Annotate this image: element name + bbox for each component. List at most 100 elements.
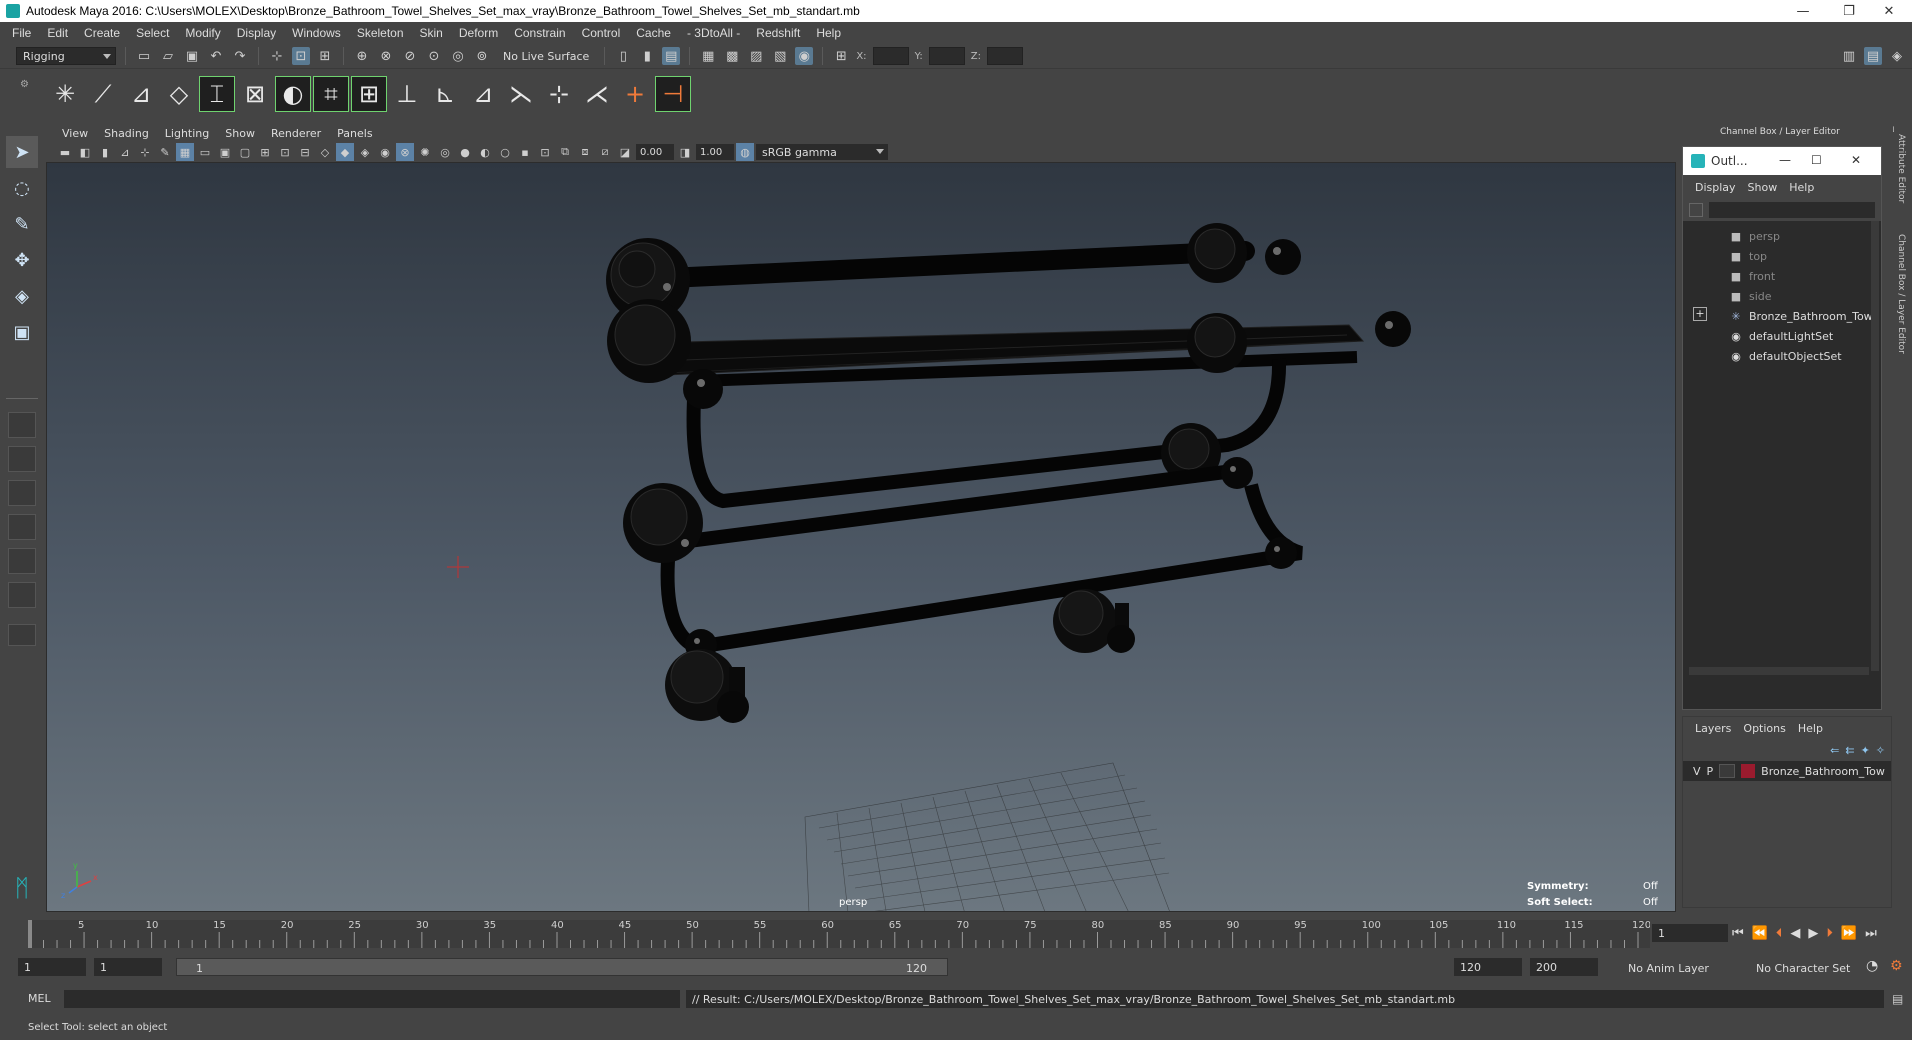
- script-language-toggle[interactable]: MEL: [28, 992, 51, 1005]
- menu-file[interactable]: File: [4, 26, 39, 40]
- render-settings-icon[interactable]: ▧: [771, 47, 789, 65]
- save-scene-icon[interactable]: ▣: [183, 47, 201, 65]
- horizontal-scrollbar[interactable]: [1689, 667, 1869, 675]
- xray-components-icon[interactable]: ⧄: [596, 143, 614, 161]
- film-gate-icon[interactable]: ▭: [196, 143, 214, 161]
- persp-outliner-layout-icon[interactable]: [8, 480, 36, 506]
- render-current-icon[interactable]: ▩: [723, 47, 741, 65]
- layer-playback-toggle[interactable]: P: [1707, 765, 1714, 778]
- output-ops-icon[interactable]: ▮: [638, 47, 656, 65]
- shadows-icon[interactable]: ✺: [416, 143, 434, 161]
- menu-create[interactable]: Create: [76, 26, 128, 40]
- list-item[interactable]: ◉ defaultObjectSet: [1729, 347, 1841, 365]
- construction-history-icon[interactable]: ▤: [662, 47, 681, 65]
- layer-row[interactable]: V P Bronze_Bathroom_Tow: [1683, 761, 1891, 781]
- anim-end-field[interactable]: 200: [1530, 958, 1598, 976]
- pole-vector-icon[interactable]: +: [618, 77, 652, 111]
- mirror-joint-icon[interactable]: ◇: [162, 77, 196, 111]
- snap-surface-icon[interactable]: ⊙: [425, 47, 443, 65]
- motion-blur-icon[interactable]: ◐: [476, 143, 494, 161]
- layer-menu-help[interactable]: Help: [1792, 722, 1829, 735]
- select-object-icon[interactable]: ⊡: [292, 47, 310, 65]
- expand-icon[interactable]: +: [1693, 307, 1707, 321]
- ambient-occlusion-icon[interactable]: ◎: [436, 143, 454, 161]
- grid-icon[interactable]: ▦: [176, 143, 194, 161]
- menu-modify[interactable]: Modify: [177, 26, 228, 40]
- gate-mask-icon[interactable]: ▢: [236, 143, 254, 161]
- single-perspective-layout-icon[interactable]: [8, 412, 36, 438]
- xray-joints-icon[interactable]: ⧈: [576, 143, 594, 161]
- panel-menu-lighting[interactable]: Lighting: [157, 127, 217, 140]
- list-item[interactable]: ■ front: [1729, 267, 1775, 285]
- step-back-frame-icon[interactable]: ⏴: [1776, 926, 1783, 941]
- input-ops-icon[interactable]: ▯: [614, 47, 632, 65]
- close-button[interactable]: ✕: [1866, 0, 1912, 22]
- menu-skin[interactable]: Skin: [412, 26, 451, 40]
- step-back-key-icon[interactable]: ⏪: [1752, 926, 1768, 941]
- blend-shape-icon[interactable]: ⊣: [655, 76, 691, 112]
- layer-visibility-toggle[interactable]: V: [1693, 765, 1701, 778]
- redo-icon[interactable]: ↷: [231, 47, 249, 65]
- list-item[interactable]: ■ persp: [1729, 227, 1780, 245]
- script-editor-icon[interactable]: ▤: [1892, 992, 1903, 1006]
- new-layer-icon[interactable]: ✦: [1861, 744, 1870, 757]
- exposure-icon[interactable]: ◪: [616, 143, 634, 161]
- two-d-pan-icon[interactable]: ⊹: [136, 143, 154, 161]
- orient-constraint-icon[interactable]: ⋋: [504, 77, 538, 111]
- time-slider[interactable]: 1510152025303540455055606570758085909510…: [28, 914, 1650, 948]
- panel-menu-panels[interactable]: Panels: [329, 127, 380, 140]
- outliner-search-input[interactable]: [1709, 202, 1875, 218]
- minimize-button[interactable]: —: [1779, 153, 1791, 167]
- screen-space-ao-icon[interactable]: ●: [456, 143, 474, 161]
- grease-pencil-icon[interactable]: ✎: [156, 143, 174, 161]
- wireframe-icon[interactable]: ◇: [316, 143, 334, 161]
- smooth-bind-icon[interactable]: ◐: [275, 76, 311, 112]
- channel-box-toggle-icon[interactable]: ▤: [1864, 47, 1882, 65]
- filter-icon[interactable]: [1689, 203, 1703, 217]
- menu-windows[interactable]: Windows: [284, 26, 349, 40]
- select-component-icon[interactable]: ⊞: [316, 47, 334, 65]
- list-item[interactable]: ◉ defaultLightSet: [1729, 327, 1833, 345]
- wrap-icon[interactable]: ⊥: [390, 77, 424, 111]
- persp-graph-layout-icon[interactable]: [8, 514, 36, 540]
- maximize-button[interactable]: ☐: [1811, 153, 1822, 167]
- menu-skeleton[interactable]: Skeleton: [349, 26, 412, 40]
- make-live-icon[interactable]: ⊚: [473, 47, 491, 65]
- textured-icon[interactable]: ◉: [376, 143, 394, 161]
- vertical-scrollbar[interactable]: [1871, 221, 1879, 671]
- y-field[interactable]: [928, 47, 965, 65]
- isolate-select-icon[interactable]: ⊡: [536, 143, 554, 161]
- move-layer-down-icon[interactable]: ⇇: [1845, 744, 1854, 757]
- safe-action-icon[interactable]: ⊡: [276, 143, 294, 161]
- resolution-gate-icon[interactable]: ▣: [216, 143, 234, 161]
- render-view-icon[interactable]: ▦: [699, 47, 717, 65]
- outliner-menu-help[interactable]: Help: [1783, 181, 1820, 194]
- gamma-field[interactable]: 1.00: [696, 144, 734, 160]
- menu-cache[interactable]: Cache: [628, 26, 679, 40]
- shelf-options-icon[interactable]: ⚙: [20, 79, 32, 115]
- transform-mode-icon[interactable]: ⊞: [832, 47, 850, 65]
- step-forward-frame-icon[interactable]: ⏵: [1826, 926, 1833, 941]
- anim-start-field[interactable]: 1: [18, 958, 86, 976]
- menu-edit[interactable]: Edit: [39, 26, 76, 40]
- lattice-icon[interactable]: ⌗: [313, 76, 349, 112]
- list-item[interactable]: ✳ Bronze_Bathroom_Towe: [1729, 307, 1879, 325]
- command-input[interactable]: [64, 990, 680, 1008]
- layer-menu-options[interactable]: Options: [1737, 722, 1791, 735]
- playback-start-field[interactable]: 1: [94, 958, 162, 976]
- layer-menu-layers[interactable]: Layers: [1689, 722, 1737, 735]
- rotate-tool-icon[interactable]: ◈: [6, 280, 38, 312]
- menu-control[interactable]: Control: [574, 26, 629, 40]
- snap-point-icon[interactable]: ⊘: [401, 47, 419, 65]
- cluster-icon[interactable]: ⊞: [351, 76, 387, 112]
- anim-layer-dropdown[interactable]: No Anim Layer: [1628, 962, 1709, 975]
- panel-menu-show[interactable]: Show: [217, 127, 263, 140]
- z-field[interactable]: [986, 47, 1023, 65]
- list-item[interactable]: ■ side: [1729, 287, 1772, 305]
- four-view-layout-icon[interactable]: [8, 446, 36, 472]
- layout-options-icon[interactable]: [8, 624, 36, 646]
- color-management-icon[interactable]: ◍: [736, 143, 754, 161]
- new-scene-icon[interactable]: ▭: [135, 47, 153, 65]
- field-chart-icon[interactable]: ⊞: [256, 143, 274, 161]
- open-scene-icon[interactable]: ▱: [159, 47, 177, 65]
